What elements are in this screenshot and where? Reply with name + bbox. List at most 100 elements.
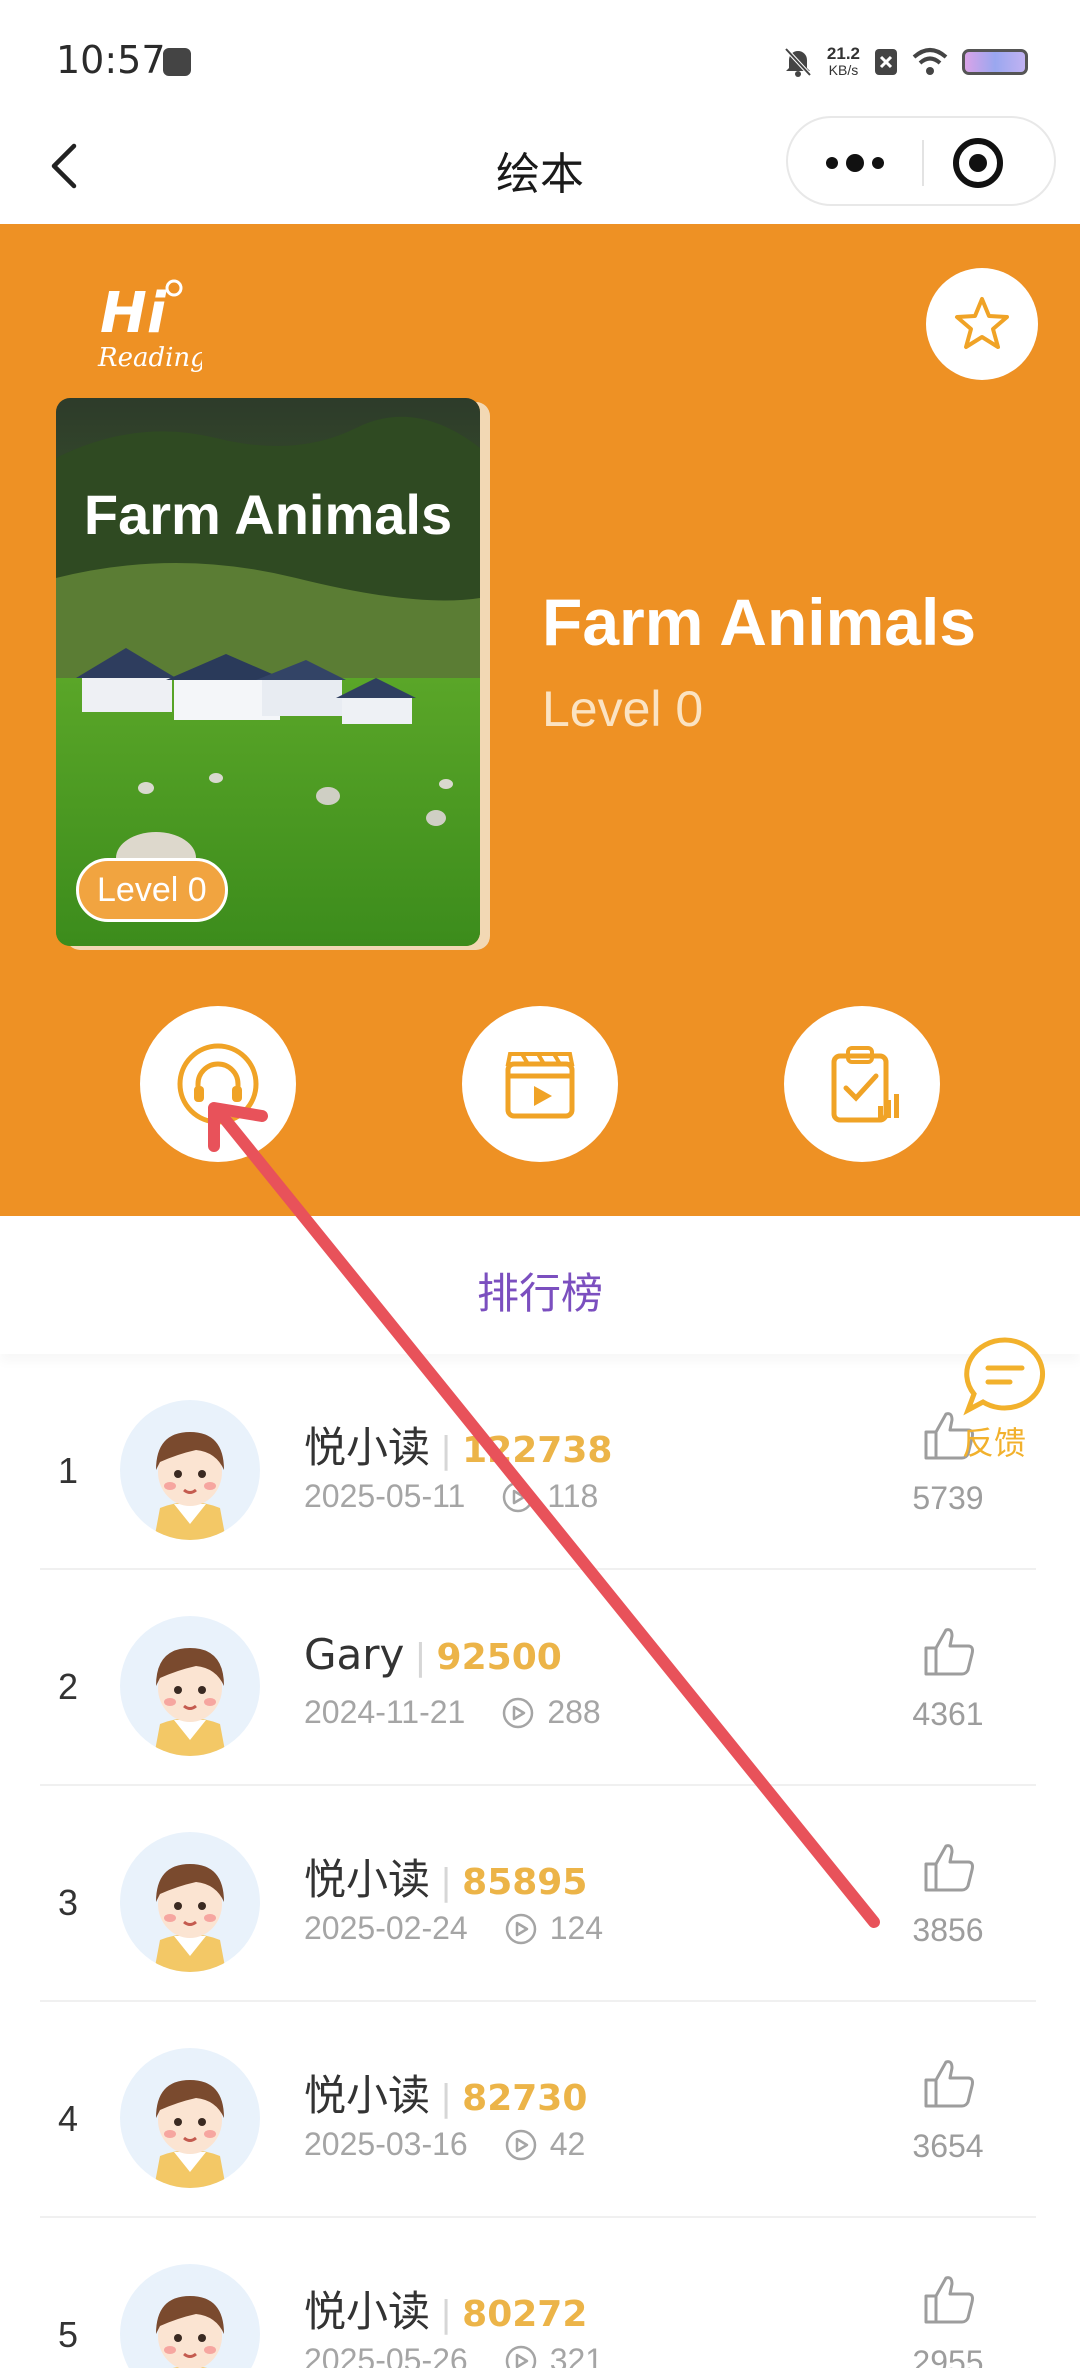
ranking-header: 排行榜 bbox=[0, 1216, 1080, 1354]
avatar[interactable] bbox=[120, 2048, 260, 2188]
svg-text:Reading: Reading bbox=[97, 343, 202, 373]
quiz-clipboard-icon bbox=[831, 1046, 899, 1123]
status-icons: 21.2 KB/s bbox=[783, 40, 1028, 84]
name-score-divider: | bbox=[440, 2294, 453, 2335]
play-count-icon bbox=[503, 1697, 534, 1728]
name-score-divider: | bbox=[440, 1430, 453, 1471]
status-time: 10:57 bbox=[56, 38, 166, 82]
play-count: 124 bbox=[549, 1910, 604, 1946]
rank-number: 5 bbox=[58, 2314, 79, 2355]
book-level: Level 0 bbox=[542, 681, 704, 737]
like-count: 5739 bbox=[912, 1480, 984, 1516]
user-name: 悦小读 bbox=[304, 1855, 431, 1904]
user-name: Gary bbox=[304, 1630, 405, 1679]
rank-number: 4 bbox=[58, 2098, 79, 2139]
play-count-icon bbox=[505, 2345, 536, 2368]
book-title: Farm Animals bbox=[542, 585, 977, 659]
ranking-row[interactable]: 3 悦小读 | 85895 2025-02-24 124 3856 bbox=[40, 1786, 1036, 2002]
target-close-icon bbox=[953, 138, 1003, 188]
thumbs-up-icon[interactable] bbox=[920, 2270, 978, 2328]
play-count: 42 bbox=[549, 2126, 586, 2162]
user-name-line: 悦小读 | 85895 bbox=[304, 1846, 587, 1907]
avatar[interactable] bbox=[120, 1400, 260, 1540]
play-count-icon bbox=[505, 2129, 536, 2160]
chat-bubble-icon bbox=[963, 1337, 1046, 1416]
ranking-row[interactable]: 1 悦小读 | 122738 2025-05-11 118 5739 bbox=[40, 1354, 1036, 1570]
avatar[interactable] bbox=[120, 1832, 260, 1972]
record-date: 2025-05-26 bbox=[304, 2342, 468, 2368]
record-date: 2025-05-11 bbox=[304, 1478, 466, 1514]
child-avatar-icon bbox=[154, 2080, 226, 2188]
play-count: 321 bbox=[549, 2342, 604, 2368]
date-plays-line: 2025-03-16 42 bbox=[304, 2126, 585, 2163]
date-plays-line: 2025-05-11 118 bbox=[304, 1478, 598, 1515]
rank-number: 3 bbox=[58, 1882, 79, 1923]
rank-number: 2 bbox=[58, 1666, 79, 1707]
wifi-icon bbox=[912, 48, 948, 75]
record-date: 2024-11-21 bbox=[304, 1694, 466, 1730]
user-name-line: 悦小读 | 122738 bbox=[304, 1414, 612, 1475]
message-notification-icon bbox=[163, 48, 191, 76]
ranking-title[interactable]: 排行榜 bbox=[0, 1260, 1080, 1321]
user-score: 82730 bbox=[462, 2078, 588, 2119]
thumbs-up-icon[interactable] bbox=[920, 2054, 978, 2112]
user-name: 悦小读 bbox=[304, 1423, 431, 1472]
play-count: 118 bbox=[547, 1478, 599, 1514]
user-name-line: 悦小读 | 82730 bbox=[304, 2062, 587, 2123]
mini-program-capsule bbox=[786, 116, 1056, 206]
play-count-icon bbox=[503, 1481, 534, 1512]
like-count: 3856 bbox=[912, 1912, 984, 1948]
more-dots-icon bbox=[826, 154, 884, 172]
svg-text:Hi: Hi bbox=[100, 281, 167, 346]
date-plays-line: 2025-05-26 321 bbox=[304, 2342, 603, 2368]
name-score-divider: | bbox=[440, 2078, 453, 2119]
book-header: Hi Reading Farm Animals Level 0 Farm Ani… bbox=[0, 224, 1080, 1216]
thumbs-up-icon[interactable] bbox=[920, 1838, 978, 1896]
video-button[interactable] bbox=[462, 1006, 618, 1162]
record-date: 2025-02-24 bbox=[304, 1910, 468, 1946]
child-avatar-icon bbox=[154, 1864, 226, 1972]
favorite-button[interactable] bbox=[926, 268, 1038, 380]
sim-blocked-icon bbox=[875, 49, 897, 75]
svg-text:Farm Animals: Farm Animals bbox=[84, 483, 452, 546]
close-mini-program-button[interactable] bbox=[924, 118, 1054, 204]
ranking-row[interactable]: 4 悦小读 | 82730 2025-03-16 42 3654 bbox=[40, 2002, 1036, 2218]
user-name-line: Gary | 92500 bbox=[304, 1630, 562, 1679]
feedback-button[interactable]: 反馈 bbox=[960, 1336, 1060, 1466]
status-bar: 10:57 21.2 KB/s bbox=[0, 0, 1080, 110]
user-score: 85895 bbox=[462, 1862, 588, 1903]
like-count: 2955 bbox=[912, 2344, 984, 2368]
date-plays-line: 2025-02-24 124 bbox=[304, 1910, 603, 1947]
headphones-icon bbox=[177, 1043, 259, 1125]
user-score: 122738 bbox=[462, 1430, 613, 1471]
book-cover[interactable]: Farm Animals Level 0 bbox=[56, 398, 480, 946]
screen: 10:57 21.2 KB/s 绘本 Hi Reading Farm Anima… bbox=[0, 0, 1080, 2368]
ranking-row[interactable]: 5 悦小读 | 80272 2025-05-26 321 2955 bbox=[40, 2218, 1036, 2368]
name-score-divider: | bbox=[414, 1637, 427, 1678]
quiz-button[interactable] bbox=[784, 1006, 940, 1162]
ranking-row[interactable]: 2 Gary | 92500 2024-11-21 288 4361 bbox=[40, 1570, 1036, 1786]
user-name: 悦小读 bbox=[304, 2287, 431, 2336]
thumbs-up-icon[interactable] bbox=[920, 1622, 978, 1680]
child-avatar-icon bbox=[156, 2296, 224, 2368]
name-score-divider: | bbox=[440, 1862, 453, 1903]
record-date: 2025-03-16 bbox=[304, 2126, 468, 2162]
star-icon bbox=[955, 297, 1009, 349]
user-score: 80272 bbox=[462, 2294, 588, 2335]
user-name: 悦小读 bbox=[304, 2071, 431, 2120]
child-avatar-icon bbox=[154, 1432, 226, 1540]
avatar[interactable] bbox=[120, 1616, 260, 1756]
nav-bar: 绘本 bbox=[0, 110, 1080, 224]
listen-button[interactable] bbox=[140, 1006, 296, 1162]
feedback-label: 反馈 bbox=[962, 1424, 1027, 1462]
child-avatar-icon bbox=[154, 1648, 226, 1756]
hi-reading-logo: Hi Reading bbox=[92, 270, 207, 380]
avatar[interactable] bbox=[120, 2264, 260, 2368]
user-name-line: 悦小读 | 80272 bbox=[304, 2278, 587, 2339]
play-count-icon bbox=[505, 1913, 536, 1944]
cover-level-badge: Level 0 bbox=[76, 858, 228, 922]
like-count: 3654 bbox=[912, 2128, 984, 2164]
user-score: 92500 bbox=[436, 1637, 562, 1678]
more-button[interactable] bbox=[788, 118, 922, 204]
mute-bell-icon bbox=[784, 47, 812, 77]
